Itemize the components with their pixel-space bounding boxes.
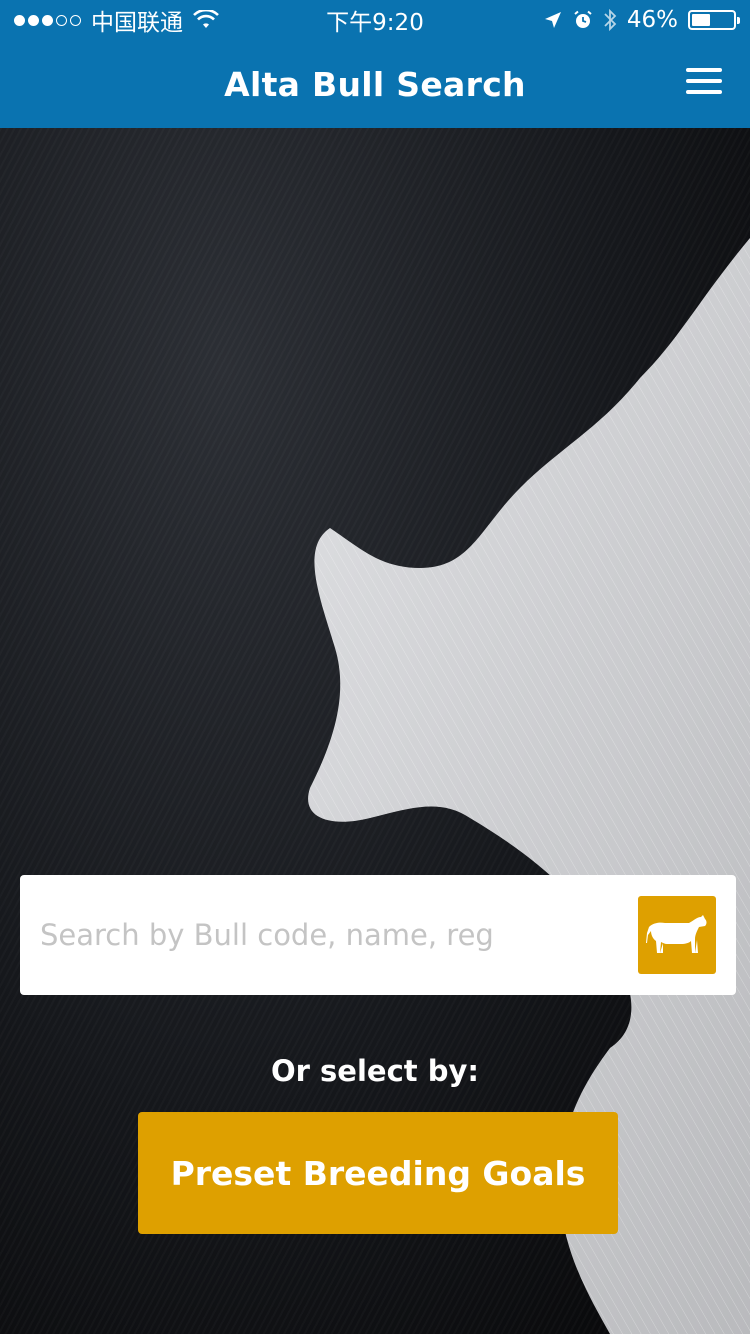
location-icon bbox=[544, 12, 561, 28]
wifi-icon bbox=[193, 10, 219, 28]
preset-breeding-goals-button[interactable]: Preset Breeding Goals bbox=[138, 1112, 618, 1234]
bull-icon bbox=[646, 915, 707, 953]
page-title: Alta Bull Search bbox=[224, 64, 526, 104]
bluetooth-icon bbox=[604, 8, 617, 32]
signal-strength-icon bbox=[14, 14, 81, 26]
select-by-label: Or select by: bbox=[271, 1054, 479, 1088]
status-bar: 中国联通 下午9:20 46% bbox=[0, 0, 750, 40]
battery-level-fill bbox=[692, 14, 711, 26]
search-input[interactable] bbox=[40, 918, 620, 952]
battery-icon bbox=[688, 10, 740, 30]
bull-search-button[interactable] bbox=[638, 896, 716, 974]
battery-percent: 46% bbox=[626, 7, 678, 33]
alarm-icon bbox=[574, 10, 592, 28]
hamburger-menu-icon[interactable] bbox=[686, 68, 722, 94]
search-bar bbox=[20, 875, 736, 995]
carrier-label: 中国联通 bbox=[91, 10, 183, 36]
navigation-bar: Alta Bull Search bbox=[0, 40, 750, 128]
